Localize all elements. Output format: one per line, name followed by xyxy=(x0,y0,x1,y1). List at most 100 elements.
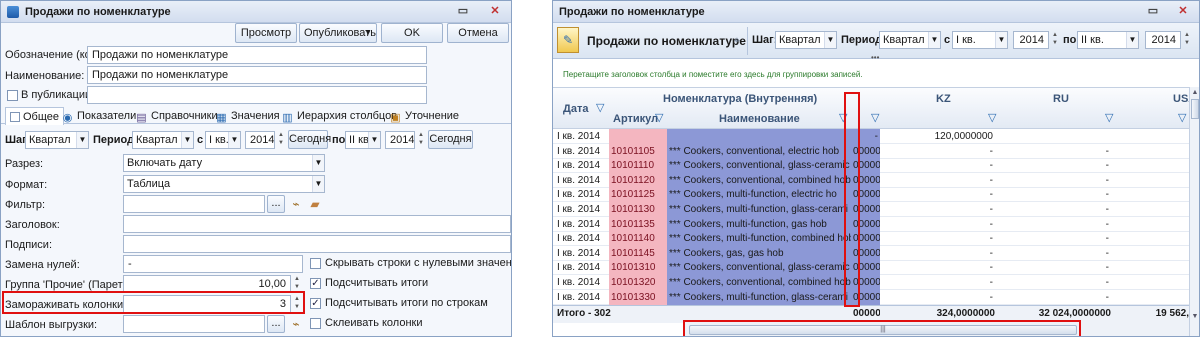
tab-indicators[interactable]: ◉ Показатели xyxy=(61,107,137,125)
totals-checkbox[interactable]: ✓ xyxy=(310,278,321,289)
toolbar-separator xyxy=(747,27,748,55)
col-kz-header[interactable]: KZ xyxy=(936,93,951,105)
tab-refine[interactable]: ▣ Уточнение xyxy=(389,107,459,125)
publish-field[interactable] xyxy=(87,86,427,104)
period-select[interactable]: Квартал ▼ xyxy=(879,31,941,49)
cell-name: *** Cookers, conventional, combined hob xyxy=(667,173,853,188)
filter-field[interactable] xyxy=(123,195,265,213)
filter-icon[interactable]: ▽ xyxy=(655,111,663,124)
hide-zero-checkbox[interactable] xyxy=(310,258,321,269)
step-select[interactable]: Квартал ▼ xyxy=(25,131,89,149)
scrollbar-highlight xyxy=(683,320,1081,336)
from-year-stepper[interactable]: ▲ ▼ xyxy=(276,131,286,149)
col-date-header[interactable]: Дата xyxy=(563,103,588,115)
razrez-select[interactable]: Включать дату ▼ xyxy=(123,154,325,172)
cell-article: 10101145 xyxy=(609,246,667,261)
to-year-field[interactable]: 2014 xyxy=(385,131,415,149)
minimize-icon[interactable]: ▭ xyxy=(455,4,471,18)
col-name-header[interactable]: Наименование xyxy=(719,113,800,125)
caption-field[interactable] xyxy=(123,235,511,253)
window-title: Продажи по номенклатуре xyxy=(559,5,705,18)
merge-checkbox[interactable] xyxy=(310,318,321,329)
from-label: с xyxy=(944,34,951,46)
cell-article: 10101310 xyxy=(609,260,667,275)
code-field[interactable]: Продажи по номенклатуре xyxy=(87,46,427,64)
name-field[interactable]: Продажи по номенклатуре xyxy=(87,66,427,84)
filter-browse-button[interactable]: ... xyxy=(267,195,285,213)
cell-ru: - xyxy=(1105,160,1109,171)
col-article-header[interactable]: Артикул xyxy=(613,113,658,125)
tab-indicators-label: Показатели xyxy=(77,110,137,122)
publish-button[interactable]: Опубликовать ▼ xyxy=(299,23,377,43)
ok-button[interactable]: OK xyxy=(381,23,443,43)
cell-usa xyxy=(1113,187,1189,202)
step-select[interactable]: Квартал ▼ xyxy=(775,31,837,49)
today-button-from[interactable]: Сегодня xyxy=(288,130,331,149)
cell-name: *** Cookers, conventional, glass-ceramic xyxy=(667,158,853,173)
from-quarter-select[interactable]: I кв. ▼ xyxy=(205,131,241,149)
close-icon[interactable]: ✕ xyxy=(1175,4,1191,18)
publish-checkbox[interactable] xyxy=(7,90,18,101)
header-label: Заголовок: xyxy=(5,219,60,231)
col-nomen-header[interactable]: Номенклатура (Внутренняя) xyxy=(663,93,817,105)
from-year-stepper[interactable]: ▲ ▼ xyxy=(1050,31,1060,49)
from-quarter-value: I кв. xyxy=(956,34,976,46)
filter-icon[interactable]: ▽ xyxy=(1178,111,1186,124)
row-totals-checkbox[interactable]: ✓ xyxy=(310,298,321,309)
minimize-icon[interactable]: ▭ xyxy=(1145,4,1161,18)
cell-date: I кв. 2014 xyxy=(557,175,601,186)
broom-icon[interactable]: ⌁ xyxy=(287,315,305,333)
cancel-button[interactable]: Отмена xyxy=(447,23,509,43)
to-quarter-select[interactable]: II кв. ▼ xyxy=(345,131,381,149)
cell-date: I кв. 2014 xyxy=(557,204,601,215)
zero-field[interactable]: - xyxy=(123,255,303,273)
to-quarter-value: II кв. xyxy=(1081,34,1104,46)
filter-icon[interactable]: ▽ xyxy=(596,101,604,114)
from-quarter-select[interactable]: I кв. ▼ xyxy=(952,31,1008,49)
cell-ru: - xyxy=(1105,204,1109,215)
toolbar-grip[interactable]: ••• xyxy=(871,53,879,62)
today-button-to[interactable]: Сегодня xyxy=(428,130,473,149)
format-select[interactable]: Таблица ▼ xyxy=(123,175,325,193)
tab-directories[interactable]: ▤ Справочники xyxy=(135,107,217,125)
tab-refine-label: Уточнение xyxy=(405,110,460,122)
preview-button[interactable]: Просмотр xyxy=(235,23,297,43)
vertical-scrollbar[interactable] xyxy=(1189,87,1199,336)
pin-icon[interactable]: ⌖ xyxy=(728,32,746,50)
close-icon[interactable]: ✕ xyxy=(487,4,503,18)
eraser-icon[interactable]: ▰ xyxy=(306,195,324,213)
period-select[interactable]: Квартал ▼ xyxy=(132,131,194,149)
header-field[interactable] xyxy=(123,215,511,233)
cell-article: 10101120 xyxy=(609,173,667,188)
from-year-field[interactable]: 2014 xyxy=(1013,31,1049,49)
template-field[interactable] xyxy=(123,315,265,333)
cell-kz: - xyxy=(989,189,993,200)
tab-values[interactable]: ▦ Значения xyxy=(215,107,279,125)
to-year-field[interactable]: 2014 xyxy=(1145,31,1181,49)
from-year-field[interactable]: 2014 xyxy=(245,131,275,149)
format-label: Формат: xyxy=(5,179,48,191)
tab-hierarchy[interactable]: ▥ Иерархия столбцов xyxy=(281,107,397,125)
template-browse-button[interactable]: ... xyxy=(267,315,285,333)
tab-general[interactable]: Общее xyxy=(5,107,65,125)
scroll-up-icon[interactable]: ▲ xyxy=(1190,89,1199,96)
cell-kz: 120,0000000 xyxy=(934,131,993,142)
to-year-stepper[interactable]: ▲ ▼ xyxy=(416,131,426,149)
scroll-down-icon[interactable]: ▼ xyxy=(1190,313,1199,320)
cell-kz: - xyxy=(989,204,993,215)
broom-icon[interactable]: ⌁ xyxy=(287,195,305,213)
to-label: по xyxy=(1063,34,1077,46)
chevron-down-icon: ▼ xyxy=(312,155,324,171)
total-usa: 19 562, xyxy=(1155,308,1189,319)
filter-label: Фильтр: xyxy=(5,199,46,211)
filter-icon[interactable]: ▽ xyxy=(871,111,879,124)
filter-icon[interactable]: ▽ xyxy=(988,111,996,124)
to-year-stepper[interactable]: ▲ ▼ xyxy=(1182,31,1192,49)
cell-article: 10101140 xyxy=(609,231,667,246)
to-quarter-select[interactable]: II кв. ▼ xyxy=(1077,31,1139,49)
filter-icon[interactable]: ▽ xyxy=(1105,111,1113,124)
vscroll-thumb[interactable] xyxy=(1191,99,1199,119)
cell-date: I кв. 2014 xyxy=(557,219,601,230)
col-ru-header[interactable]: RU xyxy=(1053,93,1069,105)
cell-article: 10101130 xyxy=(609,202,667,217)
